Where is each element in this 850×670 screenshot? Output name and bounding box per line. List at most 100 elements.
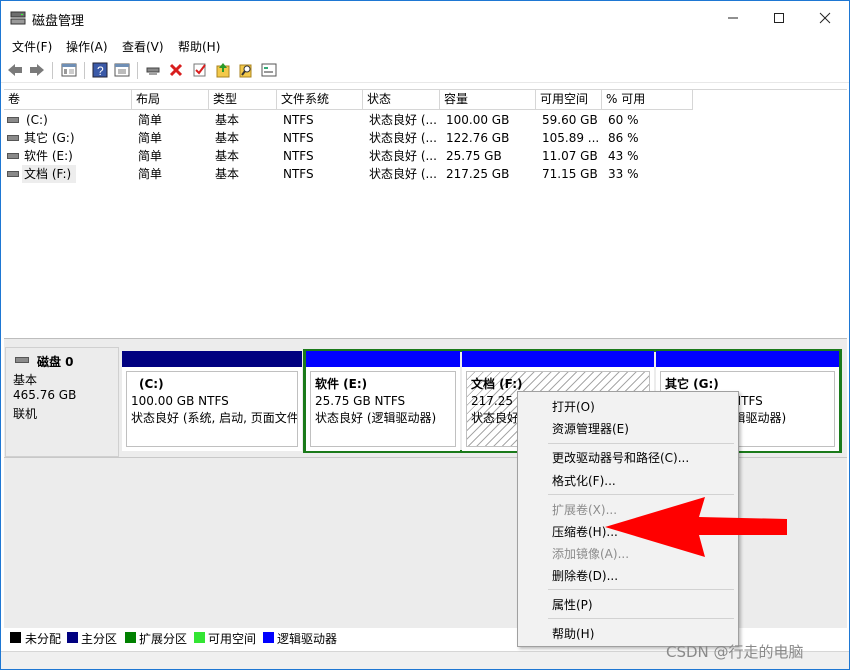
cell-free-space: 59.60 GB — [542, 113, 598, 127]
cell-status: 状态良好 (... — [369, 113, 437, 127]
partition-name: 软件 (E:) — [315, 377, 368, 391]
cell-capacity: 122.76 GB — [446, 131, 510, 145]
cell-layout: 简单 — [138, 167, 163, 181]
help-icon: ? — [92, 62, 108, 78]
minimize-icon — [728, 17, 738, 19]
ctx-properties[interactable]: 属性(P) — [552, 596, 593, 613]
partition-status: 状态良好 (逻辑驱动器) — [315, 411, 437, 425]
console2-button[interactable] — [260, 61, 278, 79]
cell-type: 基本 — [215, 113, 240, 127]
cell-status: 状态良好 (... — [369, 167, 437, 181]
back-button[interactable] — [6, 61, 24, 79]
drive-icon — [7, 171, 19, 177]
help-button[interactable]: ? — [91, 61, 109, 79]
title-bar: 磁盘管理 — [1, 1, 849, 35]
menu-action[interactable]: 操作(A) — [66, 38, 108, 55]
toolbar: ? — [1, 58, 849, 83]
ctx-change-drive-letter[interactable]: 更改驱动器号和路径(C)... — [552, 449, 689, 466]
column-header-filesystem[interactable]: 文件系统 — [277, 90, 363, 110]
check-button[interactable] — [191, 61, 209, 79]
drive-icon — [7, 117, 19, 123]
drive-icon — [7, 153, 19, 159]
menu-file[interactable]: 文件(F) — [12, 38, 52, 55]
cell-percent-free: 60 % — [608, 113, 639, 127]
disk-size: 465.76 GB — [13, 388, 77, 402]
legend-unallocated: 未分配 — [25, 632, 62, 646]
legend-extended: 扩展分区 — [139, 632, 188, 646]
console-button[interactable] — [113, 61, 131, 79]
cell-filesystem: NTFS — [283, 113, 314, 127]
cell-volume: (C:) — [26, 113, 48, 127]
column-header-volume[interactable]: 卷 — [4, 90, 132, 110]
column-header-percent-free[interactable]: % 可用 — [602, 90, 693, 110]
toolbar-separator — [137, 62, 138, 79]
cell-capacity: 25.75 GB — [446, 149, 502, 163]
legend-primary-swatch — [67, 632, 78, 643]
table-row[interactable]: 软件 (E:) 简单 基本 NTFS 状态良好 (... 25.75 GB 11… — [4, 147, 847, 165]
cell-capacity: 100.00 GB — [446, 113, 510, 127]
ctx-open[interactable]: 打开(O) — [552, 398, 595, 415]
drive-icon — [7, 135, 19, 141]
legend-logical-swatch — [263, 632, 274, 643]
search-icon — [239, 64, 252, 78]
partition-c[interactable]: (C:) 100.00 GB NTFS 状态良好 (系统, 启动, 页面文件 — [122, 351, 302, 451]
cell-capacity: 217.25 GB — [446, 167, 510, 181]
primary-partition-bar — [122, 351, 302, 367]
forward-icon — [30, 64, 44, 76]
delete-button[interactable] — [167, 61, 185, 79]
table-row[interactable]: 文档 (F:) 简单 基本 NTFS 状态良好 (... 217.25 GB 7… — [4, 165, 847, 183]
back-icon — [8, 64, 22, 76]
ctx-format[interactable]: 格式化(F)... — [552, 472, 616, 489]
maximize-icon — [774, 13, 784, 23]
forward-button[interactable] — [28, 61, 46, 79]
partition-e[interactable]: 软件 (E:) 25.75 GB NTFS 状态良好 (逻辑驱动器) — [306, 351, 460, 451]
watermark-text: CSDN @行走的电脑 — [666, 643, 804, 661]
disk-info-panel[interactable]: 磁盘 0 基本 465.76 GB 联机 — [5, 347, 119, 457]
red-arrow-annotation — [605, 497, 787, 557]
cell-percent-free: 33 % — [608, 167, 639, 181]
volume-list[interactable]: 卷 布局 类型 文件系统 状态 容量 可用空间 % 可用 (C:) 简单 基本 … — [4, 89, 847, 336]
legend-primary: 主分区 — [81, 632, 118, 646]
column-header-layout[interactable]: 布局 — [132, 90, 209, 110]
legend-extended-swatch — [125, 632, 136, 643]
cell-volume: 软件 (E:) — [24, 149, 73, 163]
table-row[interactable]: (C:) 简单 基本 NTFS 状态良好 (... 100.00 GB 59.6… — [4, 111, 847, 129]
disk-status: 联机 — [13, 407, 38, 421]
svg-text:?: ? — [97, 64, 104, 78]
check-icon — [193, 63, 206, 77]
table-row[interactable]: 其它 (G:) 简单 基本 NTFS 状态良好 (... 122.76 GB 1… — [4, 129, 847, 147]
close-button[interactable] — [802, 1, 848, 35]
minimize-button[interactable] — [710, 1, 756, 35]
ctx-delete-volume[interactable]: 删除卷(D)... — [552, 567, 618, 584]
ctx-help[interactable]: 帮助(H) — [552, 625, 594, 642]
column-header-free-space[interactable]: 可用空间 — [536, 90, 602, 110]
cell-free-space: 11.07 GB — [542, 149, 598, 163]
disk-management-window: 磁盘管理 文件(F) 操作(A) 查看(V) 帮助(H) ? 卷 布局 类型 文… — [0, 0, 850, 670]
column-header-status[interactable]: 状态 — [363, 90, 440, 110]
column-header-capacity[interactable]: 容量 — [440, 90, 536, 110]
close-icon — [819, 12, 831, 24]
properties-button[interactable] — [60, 61, 78, 79]
connect-button[interactable] — [144, 61, 162, 79]
console2-icon — [261, 63, 277, 77]
cell-percent-free: 43 % — [608, 149, 639, 163]
menu-view[interactable]: 查看(V) — [122, 38, 164, 55]
cell-filesystem: NTFS — [283, 131, 314, 145]
logical-drive-bar — [462, 351, 654, 367]
maximize-button[interactable] — [756, 1, 802, 35]
search-button[interactable] — [237, 61, 255, 79]
menu-help[interactable]: 帮助(H) — [178, 38, 220, 55]
cell-volume: 文档 (F:) — [22, 165, 76, 183]
column-header-type[interactable]: 类型 — [209, 90, 277, 110]
cell-layout: 简单 — [138, 113, 163, 127]
import-button[interactable] — [214, 61, 232, 79]
cell-layout: 简单 — [138, 131, 163, 145]
console-icon — [114, 63, 130, 77]
menu-separator — [548, 618, 734, 619]
disk-management-icon — [10, 11, 26, 25]
disk-icon — [15, 357, 29, 363]
partition-size: 100.00 GB NTFS — [131, 394, 229, 408]
ctx-explorer[interactable]: 资源管理器(E) — [552, 420, 629, 437]
legend-logical: 逻辑驱动器 — [277, 632, 338, 646]
menu-bar: 文件(F) 操作(A) 查看(V) 帮助(H) — [1, 35, 849, 57]
